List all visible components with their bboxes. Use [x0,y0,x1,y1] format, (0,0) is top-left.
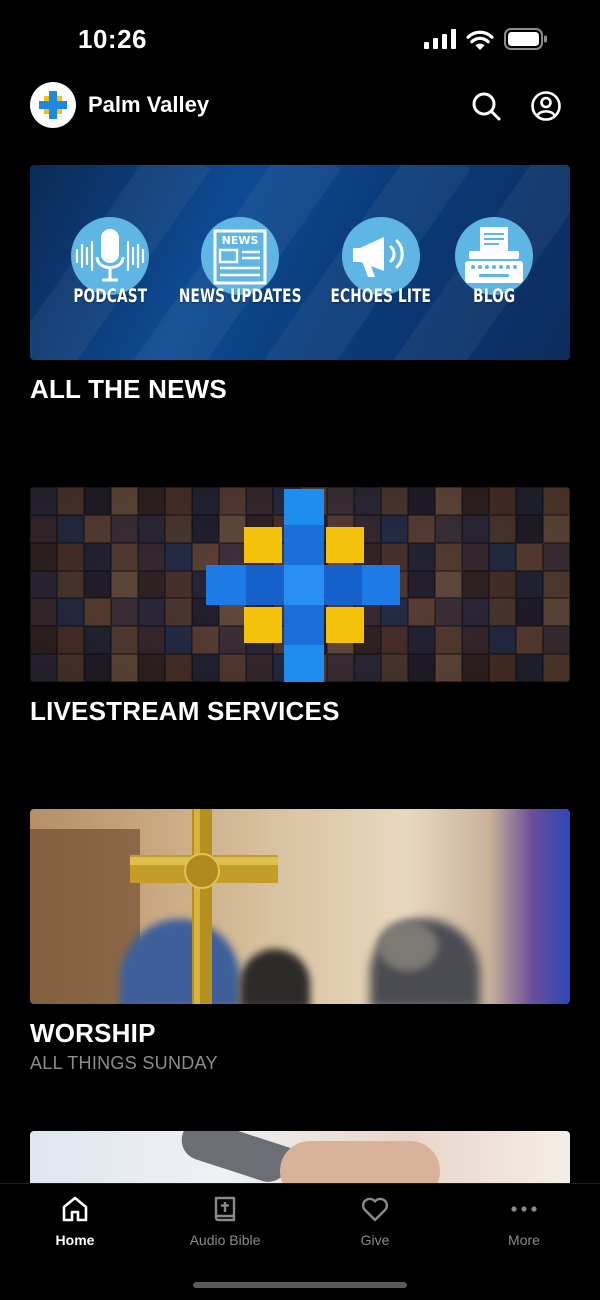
more-icon [511,1206,537,1212]
livestream-card-title: LIVESTREAM SERVICES [30,696,340,726]
palm-valley-logo[interactable] [30,82,76,128]
heart-icon [361,1197,389,1222]
nav-home-label: Home [55,1232,95,1248]
app-header: Palm Valley [0,80,600,132]
golden-cross-icon [130,809,278,1004]
newspaper-masthead: NEWS [222,234,259,247]
echoes-lite-label: ECHOES LITE [330,285,432,307]
cross-logo-icon [206,489,400,682]
profile-button[interactable] [528,88,564,124]
home-indicator [193,1282,407,1288]
microphone-icon [75,229,145,282]
worship-card-title: WORSHIP [30,1018,156,1048]
nav-give[interactable]: Give [320,1194,430,1248]
podcast-label: PODCAST [73,285,147,307]
cross-logo-icon [39,91,67,119]
news-card-title: ALL THE NEWS [30,374,227,404]
next-card-image[interactable] [30,1131,570,1191]
nav-give-label: Give [360,1232,390,1248]
podcast-item: PODCAST [50,217,170,307]
newspaper-icon: NEWS [213,229,267,285]
search-icon [472,92,501,121]
bible-icon [214,1196,236,1222]
livestream-banner-image[interactable] [30,487,570,682]
battery-icon [504,28,547,50]
blog-item: BLOG [434,217,554,307]
nav-audio-bible[interactable]: Audio Bible [170,1194,280,1248]
worship-card[interactable]: WORSHIP ALL THINGS SUNDAY [30,809,570,1074]
nav-home[interactable]: Home [20,1194,130,1248]
status-time: 10:26 [78,24,147,54]
cellular-signal-icon [424,29,456,49]
news-banner-items: PODCAST NEWS NEWS UPDATES ECHOES LITE BL… [30,165,570,360]
wifi-icon [466,30,494,50]
news-updates-item: NEWS NEWS UPDATES [178,217,302,307]
nav-more[interactable]: More [469,1194,579,1248]
home-icon [62,1196,88,1222]
blog-label: BLOG [472,285,516,307]
worship-banner-image[interactable] [30,809,570,1004]
search-button[interactable] [468,88,504,124]
app-title: Palm Valley [88,92,210,117]
news-updates-label: NEWS UPDATES [178,285,302,307]
nav-more-label: More [508,1232,540,1248]
nav-audio-bible-label: Audio Bible [189,1232,261,1248]
typewriter-icon [465,227,523,283]
livestream-card[interactable]: LIVESTREAM SERVICES [30,487,570,727]
megaphone-icon [353,237,404,277]
profile-icon [531,91,561,121]
worship-card-subtitle: ALL THINGS SUNDAY [30,1053,218,1073]
news-card[interactable]: PODCAST NEWS NEWS UPDATES ECHOES LITE BL… [30,165,570,405]
status-icons [424,28,548,50]
status-bar: 10:26 [0,0,600,80]
news-banner-image[interactable]: PODCAST NEWS NEWS UPDATES ECHOES LITE BL… [30,165,570,360]
echoes-lite-item: ECHOES LITE [321,217,441,307]
next-card[interactable] [30,1131,570,1191]
